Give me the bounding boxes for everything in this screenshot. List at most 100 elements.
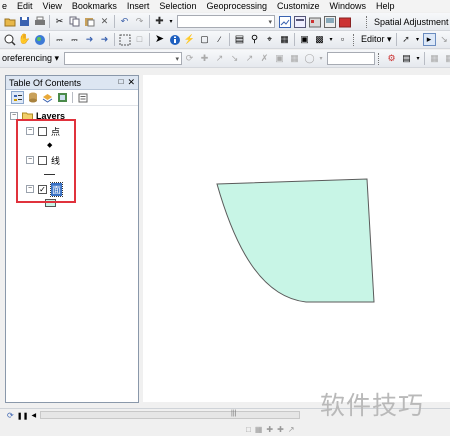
- toolbar-grip[interactable]: [378, 52, 381, 65]
- list-by-source-icon[interactable]: [26, 91, 39, 104]
- layout-view-icon[interactable]: ▩: [313, 33, 326, 46]
- menu-help[interactable]: Help: [371, 0, 400, 12]
- fixed-zoom-in-icon[interactable]: ⎓: [53, 33, 66, 46]
- back-extent-icon[interactable]: ➜: [83, 33, 96, 46]
- menu-geoprocessing[interactable]: Geoprocessing: [201, 0, 272, 12]
- undo-icon[interactable]: ↶: [118, 15, 131, 28]
- measure-icon[interactable]: ∕: [213, 33, 226, 46]
- dropdown-arrow-icon[interactable]: ▾: [328, 33, 334, 46]
- add-data-icon[interactable]: ✚: [153, 15, 166, 28]
- menu-file[interactable]: e: [0, 0, 12, 12]
- menu-bookmarks[interactable]: Bookmarks: [67, 0, 122, 12]
- edit-tool-icon[interactable]: ➚: [400, 33, 413, 46]
- spatial-adjustment-icon[interactable]: ⚙: [385, 52, 398, 65]
- highlight-box: [16, 119, 76, 203]
- add-control-points-icon[interactable]: ↗: [213, 52, 226, 65]
- attribute-transfer-icon[interactable]: ▦: [428, 52, 441, 65]
- menu-insert[interactable]: Insert: [122, 0, 155, 12]
- align-icon[interactable]: ✚: [266, 425, 273, 434]
- view-link-table-icon[interactable]: ▦: [288, 52, 301, 65]
- scroll-left-icon[interactable]: ◀: [31, 412, 36, 419]
- menu-view[interactable]: View: [38, 0, 67, 12]
- forward-extent-icon[interactable]: ➜: [98, 33, 111, 46]
- search-window-icon[interactable]: [323, 15, 336, 28]
- go-to-xy-icon[interactable]: ⌖: [263, 33, 276, 46]
- select-features-icon[interactable]: [118, 33, 131, 46]
- save-icon[interactable]: [18, 15, 31, 28]
- transparency-combo[interactable]: [327, 52, 376, 65]
- georeferencing-layer-combo[interactable]: ▾: [64, 52, 183, 65]
- pan-icon[interactable]: ✋: [18, 33, 31, 46]
- horizontal-scrollbar[interactable]: |||: [40, 410, 300, 419]
- auto-registration-icon[interactable]: ◯: [303, 52, 316, 65]
- select-elements-icon[interactable]: □: [246, 425, 251, 434]
- hyperlink-icon[interactable]: ⚡: [183, 33, 196, 46]
- time-slider-icon[interactable]: ▦: [278, 33, 291, 46]
- scrollbar-grip-icon[interactable]: |||: [231, 410, 236, 417]
- fixed-zoom-out-icon[interactable]: ⎓: [68, 33, 81, 46]
- auto-hide-icon[interactable]: □: [119, 77, 124, 88]
- copy-icon[interactable]: [68, 15, 81, 28]
- delete-icon[interactable]: ✕: [98, 15, 111, 28]
- dropdown-arrow-icon[interactable]: ▾: [318, 52, 324, 65]
- dropdown-arrow-icon[interactable]: ▾: [415, 33, 421, 46]
- layout-tools: □ ▦ ✚ ✚ ↗: [246, 425, 295, 434]
- delete-link-icon[interactable]: ✗: [258, 52, 271, 65]
- refresh-icon[interactable]: ⟳: [7, 411, 14, 420]
- arctoolbox-icon[interactable]: [338, 15, 351, 28]
- create-viewer-icon[interactable]: ▣: [298, 33, 311, 46]
- binoculars-icon[interactable]: ⚲: [248, 33, 261, 46]
- find-icon[interactable]: ▤: [233, 33, 246, 46]
- close-icon[interactable]: ✕: [127, 77, 135, 88]
- zoom-whole-page-icon[interactable]: ▦: [255, 425, 263, 434]
- sketch-tool-icon[interactable]: ▸: [422, 33, 436, 46]
- full-extent-icon[interactable]: [33, 33, 46, 46]
- paste-icon[interactable]: [83, 15, 96, 28]
- tools-toolbar: ✋ ⎓ ⎓ ➜ ➜ □ ➤ ⚡ ▢ ∕ ▤ ⚲ ⌖ ▦ ▣ ▩ ▾ ▫ Edit…: [0, 31, 450, 49]
- zoom-in-icon[interactable]: [3, 33, 16, 46]
- options-icon[interactable]: [76, 91, 89, 104]
- toolbar-grip[interactable]: [366, 15, 369, 28]
- adjust-tools-icon[interactable]: ▤: [400, 52, 413, 65]
- select-link-icon[interactable]: ↘: [228, 52, 241, 65]
- print-icon[interactable]: [33, 15, 46, 28]
- spatial-adjustment-label[interactable]: Spatial Adjustment: [372, 17, 450, 27]
- rotate-icon[interactable]: ⟳: [183, 52, 196, 65]
- dropdown-arrow-icon[interactable]: ▾: [415, 52, 421, 65]
- edge-match-icon[interactable]: ▦: [443, 52, 450, 65]
- pause-drawing-icon[interactable]: ❚❚: [17, 412, 29, 420]
- open-icon[interactable]: [3, 15, 16, 28]
- shift-icon[interactable]: ✚: [198, 52, 211, 65]
- python-icon[interactable]: ▫: [336, 33, 349, 46]
- draw-line-icon[interactable]: ↗: [288, 425, 295, 434]
- editor-toolbar-icon[interactable]: [278, 15, 291, 28]
- menu-windows[interactable]: Windows: [325, 0, 372, 12]
- map-canvas[interactable]: [143, 75, 450, 402]
- list-by-visibility-icon[interactable]: [41, 91, 54, 104]
- menu-customize[interactable]: Customize: [272, 0, 325, 12]
- georeferencing-toolbar: oreferencing ▾ ▾ ⟳ ✚ ↗ ↘ ↗ ✗ ▣ ▦ ◯ ▾ ⚙ ▤…: [0, 50, 450, 68]
- toolbar-grip[interactable]: [353, 33, 356, 46]
- map-display[interactable]: [143, 75, 450, 402]
- polygon-feature[interactable]: [216, 178, 375, 303]
- editor-menu[interactable]: Editor ▾: [359, 34, 394, 45]
- list-by-selection-icon[interactable]: [56, 91, 69, 104]
- catalog-icon[interactable]: [308, 15, 321, 28]
- list-by-drawing-order-icon[interactable]: [11, 91, 24, 104]
- redo-icon[interactable]: ↷: [133, 15, 146, 28]
- menu-edit[interactable]: Edit: [12, 0, 38, 12]
- edit-annotation-icon[interactable]: ↘: [438, 33, 450, 46]
- cut-icon[interactable]: ✂: [53, 15, 66, 28]
- distribute-icon[interactable]: ✚: [277, 425, 284, 434]
- viewer-icon[interactable]: ▣: [273, 52, 286, 65]
- identify-icon[interactable]: [168, 33, 181, 46]
- georeferencing-menu[interactable]: oreferencing ▾: [2, 53, 61, 64]
- select-elements-icon[interactable]: ➤: [153, 33, 166, 46]
- dropdown-arrow-icon[interactable]: ▾: [168, 15, 174, 28]
- clear-selection-icon[interactable]: □: [133, 33, 146, 46]
- map-scale-combo[interactable]: ▾: [177, 15, 275, 28]
- html-popup-icon[interactable]: ▢: [198, 33, 211, 46]
- menu-selection[interactable]: Selection: [154, 0, 201, 12]
- zoom-to-selected-link-icon[interactable]: ↗: [243, 52, 256, 65]
- table-of-contents-icon[interactable]: [293, 15, 306, 28]
